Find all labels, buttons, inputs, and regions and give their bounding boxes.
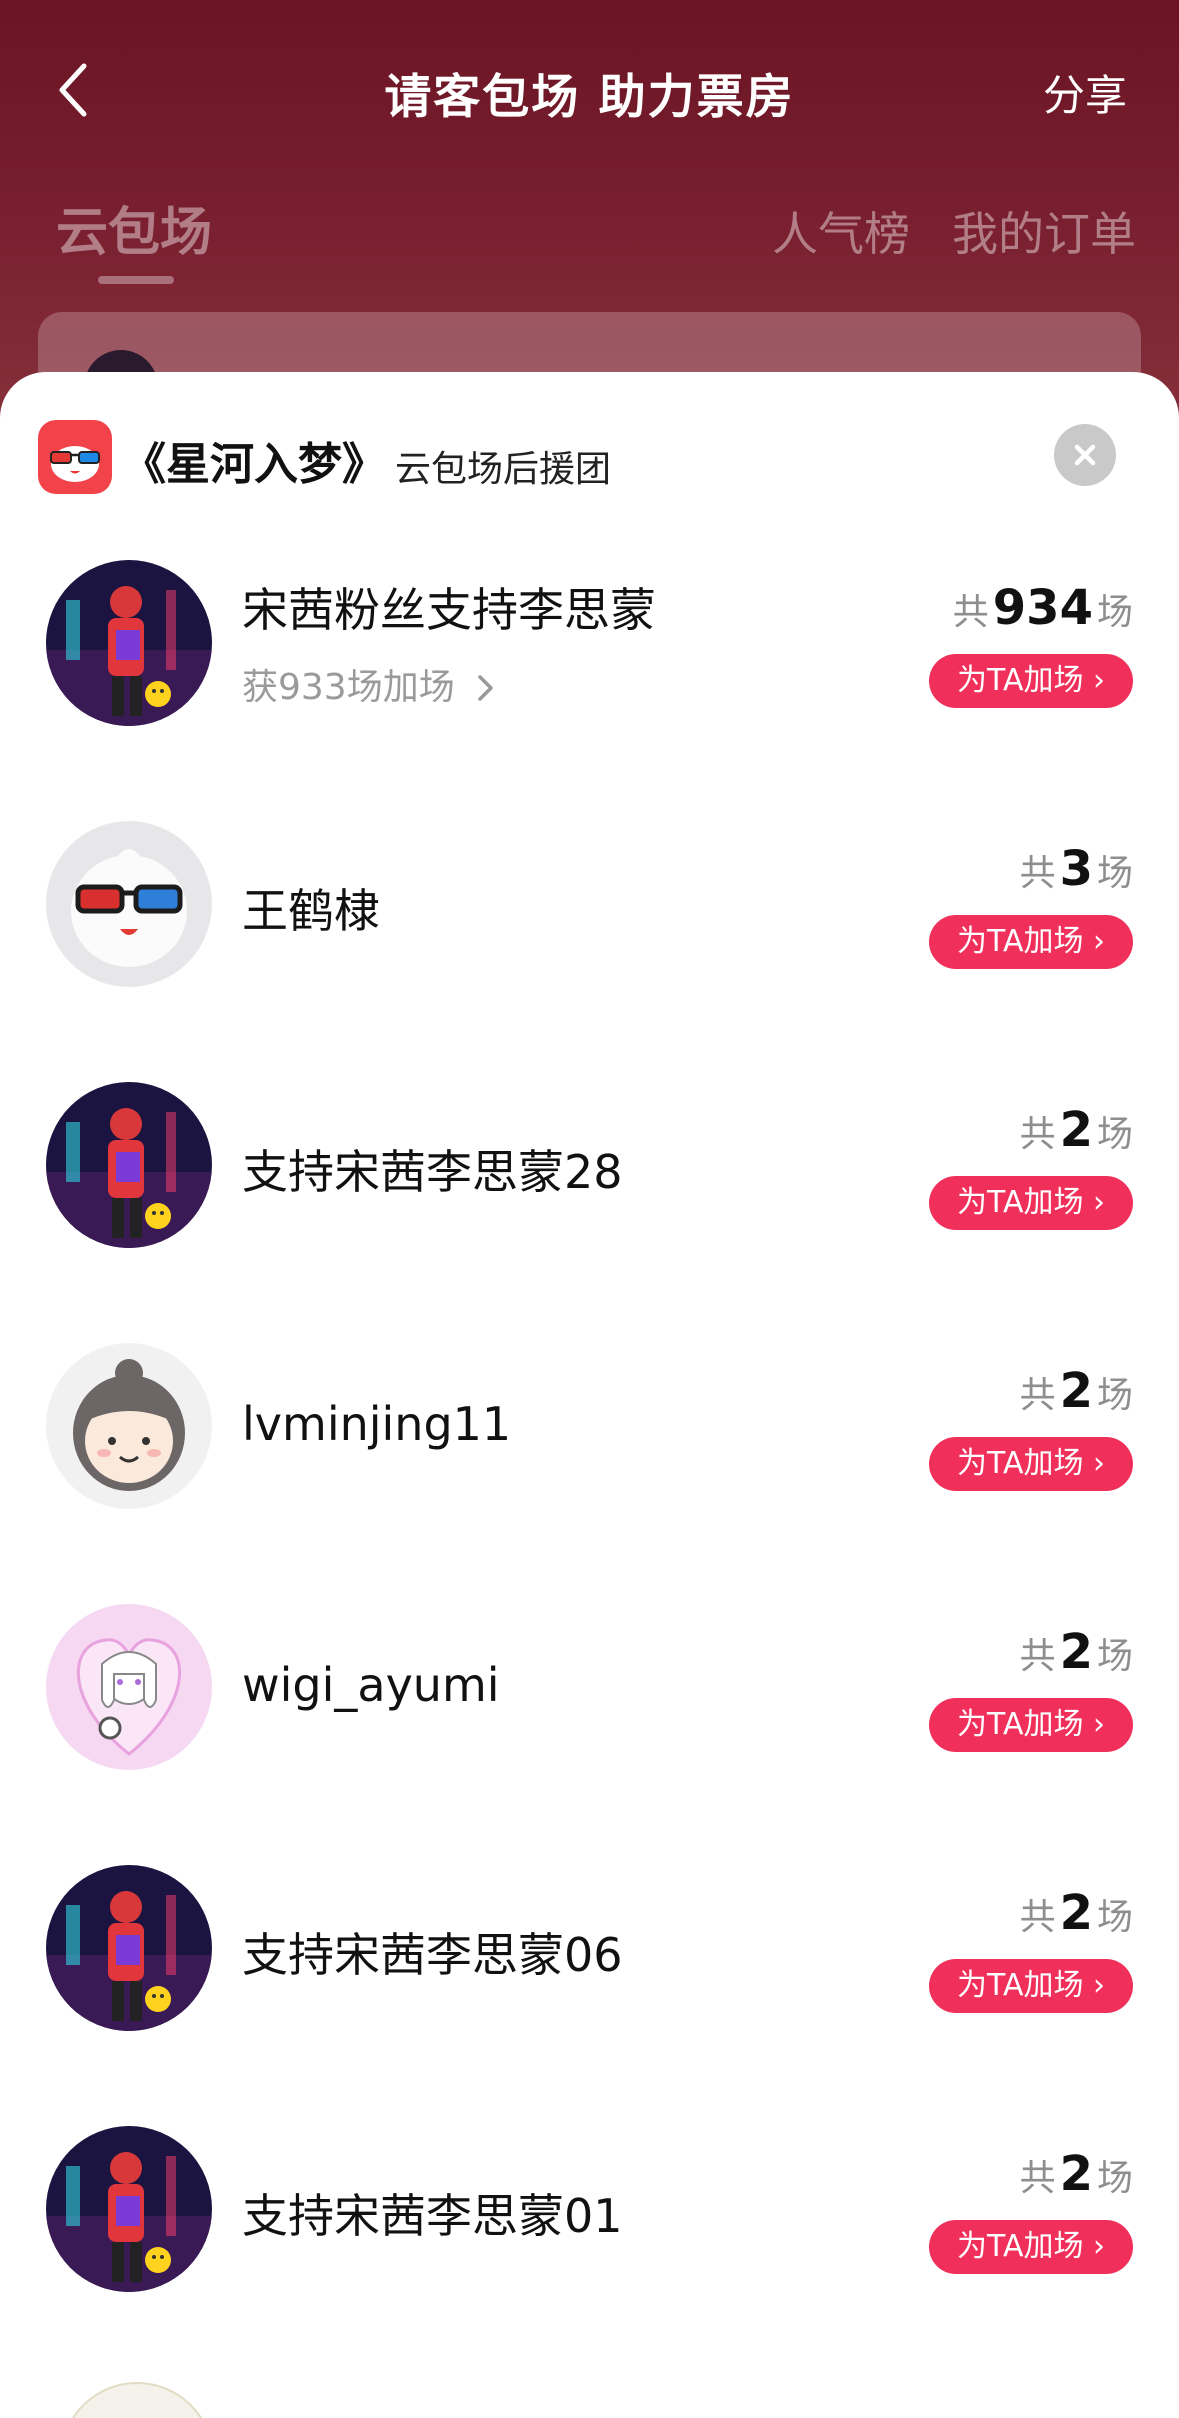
add-screening-button[interactable]: 为TA加场 › [929, 654, 1133, 708]
count-prefix: 共 [1019, 1114, 1056, 1155]
count-number: 3 [1059, 841, 1093, 897]
add-screening-button[interactable]: 为TA加场 › [929, 1959, 1133, 2013]
count-number: 2 [1059, 1102, 1093, 1158]
chevron-right-icon [478, 675, 493, 701]
app-logo-icon [38, 420, 112, 494]
supporter-name: 王鹤棣 [242, 884, 380, 938]
list-item: 支持宋茜李思蒙28 共2 场 为TA加场 › [0, 1082, 1179, 1342]
count-number: 2 [1059, 1363, 1093, 1419]
screening-count: 共3 场 [1020, 841, 1133, 897]
background-page: 请客包场 助力票房 分享 云包场 人气榜 我的订单 [0, 0, 1179, 452]
girl-avatar[interactable] [46, 1343, 212, 1509]
screening-count: 共2 场 [1020, 2146, 1133, 2202]
supporter-name: wigi_ayumi [242, 1658, 500, 1712]
tab-cloud-booking[interactable]: 云包场 [56, 190, 212, 265]
supporter-name: 支持宋茜李思蒙28 [242, 1145, 623, 1199]
count-prefix: 共 [952, 592, 989, 633]
list-item: lvminjing11 共2 场 为TA加场 › [0, 1343, 1179, 1603]
close-button[interactable] [1054, 424, 1116, 486]
add-screening-button[interactable]: 为TA加场 › [929, 915, 1133, 969]
sheet-header: 《星河入梦》 云包场后援团 [0, 372, 1179, 522]
close-icon [1074, 444, 1096, 466]
tab-popularity-ranking[interactable]: 人气榜 [772, 198, 910, 264]
count-suffix: 场 [1096, 1114, 1133, 1155]
anime-avatar[interactable] [46, 1604, 212, 1770]
extra-screenings-link[interactable]: 获933场加场 [242, 658, 498, 710]
supporter-name: lvminjing11 [242, 1397, 512, 1451]
tabs-row: 云包场 人气榜 我的订单 [0, 190, 1179, 284]
add-screening-button[interactable]: 为TA加场 › [929, 1698, 1133, 1752]
list-item: 支持宋茜李思蒙06 共2 场 为TA加场 › [0, 1865, 1179, 2125]
count-prefix: 共 [1019, 1636, 1056, 1677]
screening-count: 共2 场 [1020, 1885, 1133, 1941]
count-suffix: 场 [1096, 592, 1133, 633]
add-screening-button[interactable]: 为TA加场 › [929, 2220, 1133, 2274]
count-number: 2 [1059, 2146, 1093, 2202]
list-item: wigi_ayumi 共2 场 为TA加场 › [0, 1604, 1179, 1864]
top-nav-bar: 请客包场 助力票房 分享 [0, 40, 1179, 140]
count-suffix: 场 [1096, 1375, 1133, 1416]
list-item: 宋茜粉丝支持李思蒙 获933场加场 共934 场 为TA加场 › [0, 560, 1179, 820]
count-prefix: 共 [1019, 853, 1056, 894]
count-suffix: 场 [1096, 853, 1133, 894]
add-screening-button[interactable]: 为TA加场 › [929, 1176, 1133, 1230]
page-title: 请客包场 助力票房 [384, 70, 795, 125]
count-prefix: 共 [1019, 1375, 1056, 1416]
count-number: 2 [1059, 1885, 1093, 1941]
count-suffix: 场 [1096, 1897, 1133, 1938]
supporter-name: 支持宋茜李思蒙01 [242, 2189, 623, 2243]
count-suffix: 场 [1096, 1636, 1133, 1677]
sheet-subtitle: 云包场后援团 [395, 449, 612, 490]
screening-count: 共934 场 [953, 580, 1133, 636]
screening-count: 共2 场 [1020, 1363, 1133, 1419]
poster-avatar[interactable] [46, 560, 212, 726]
count-number: 934 [992, 580, 1093, 636]
count-number: 2 [1059, 1624, 1093, 1680]
count-prefix: 共 [1019, 2158, 1056, 2199]
poster-avatar[interactable] [46, 2126, 212, 2292]
add-screening-button[interactable]: 为TA加场 › [929, 1437, 1133, 1491]
supporter-name: 宋茜粉丝支持李思蒙 [242, 583, 656, 637]
tab-my-orders[interactable]: 我的订单 [952, 198, 1136, 264]
supporters-sheet: 《星河入梦》 云包场后援团 宋茜粉丝支持李思蒙 获933场加场 共934 场 为… [0, 372, 1179, 2418]
supporter-name: 支持宋茜李思蒙06 [242, 1928, 623, 1982]
movie-title: 《星河入梦》 [122, 439, 386, 490]
avatar[interactable] [60, 2382, 214, 2418]
tab-active-indicator [98, 276, 174, 284]
count-suffix: 场 [1096, 2158, 1133, 2199]
share-button[interactable]: 分享 [1043, 62, 1127, 123]
screening-count: 共2 场 [1020, 1624, 1133, 1680]
list-item: 支持宋茜李思蒙01 共2 场 为TA加场 › [0, 2126, 1179, 2386]
extra-screenings-text: 获933场加场 [242, 667, 455, 708]
list-item: 王鹤棣 共3 场 为TA加场 › [0, 821, 1179, 1081]
mascot-avatar[interactable] [46, 821, 212, 987]
poster-avatar[interactable] [46, 1082, 212, 1248]
count-prefix: 共 [1019, 1897, 1056, 1938]
poster-avatar[interactable] [46, 1865, 212, 2031]
screening-count: 共2 场 [1020, 1102, 1133, 1158]
